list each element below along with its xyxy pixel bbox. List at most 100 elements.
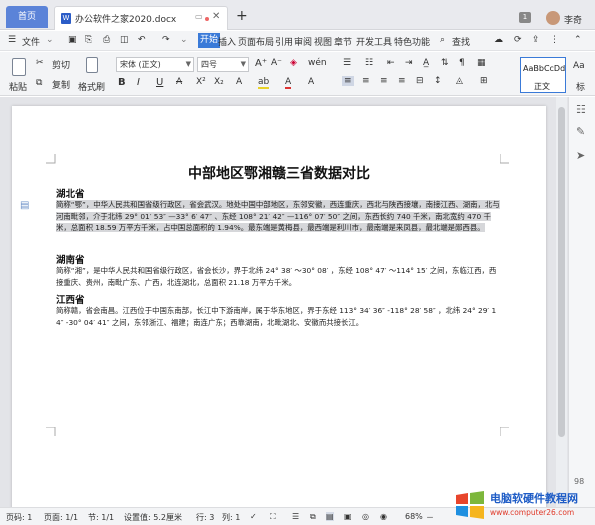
preview-icon[interactable]: ◫ <box>120 35 129 45</box>
zoom-level[interactable]: 68% <box>405 512 423 521</box>
menu-review[interactable]: 审阅 <box>294 35 312 48</box>
align-center-icon[interactable]: ≡ <box>362 76 370 86</box>
superscript-icon[interactable]: X² <box>196 77 206 87</box>
bullets-icon[interactable]: ☰ <box>343 58 351 68</box>
cursor-icon[interactable]: ➤ <box>576 149 585 162</box>
spellcheck-icon[interactable]: ✓ <box>250 512 257 521</box>
cloud-icon[interactable]: ☁ <box>494 35 503 45</box>
document-page[interactable]: 中部地区鄂湘赣三省数据对比 湖北省 ▤ 简称“鄂”，中华人民共和国省级行政区，省… <box>12 106 546 511</box>
status-row[interactable]: 行: 3 <box>196 512 214 523</box>
hamburger-icon[interactable]: ☰ <box>8 35 16 45</box>
highlight-icon[interactable]: ab <box>258 77 270 89</box>
sort-icon[interactable]: ⇅ <box>441 58 449 68</box>
menu-references[interactable]: 引用 <box>275 35 293 48</box>
line-spacing-icon[interactable]: ↕ <box>434 76 442 86</box>
menu-home[interactable]: 开始 <box>198 33 221 48</box>
print-layout-icon[interactable]: ▤ <box>326 512 334 521</box>
zoom-out-icon[interactable]: － <box>426 512 434 523</box>
justify-icon[interactable]: ≡ <box>398 76 406 86</box>
copy-label[interactable]: 复制 <box>52 78 70 91</box>
menu-chapter[interactable]: 章节 <box>334 35 352 48</box>
strikethrough-icon[interactable]: A <box>176 77 182 87</box>
bold-button[interactable]: B <box>118 77 126 88</box>
more-icon[interactable]: ⌄ <box>180 35 188 45</box>
save-icon[interactable]: ▣ <box>68 35 77 45</box>
window-count-badge[interactable]: 1 <box>519 12 531 23</box>
menu-view[interactable]: 视图 <box>314 35 332 48</box>
adjust-icon[interactable]: ☷ <box>576 103 586 116</box>
menu-features[interactable]: 特色功能 <box>394 35 430 48</box>
chinese-layout-icon[interactable]: A̲ <box>423 58 429 68</box>
paragraph-hubei[interactable]: 简称“鄂”，中华人民共和国省级行政区，省会武汉。地处中国中部地区，东邻安徽，西连… <box>56 199 500 234</box>
distributed-icon[interactable]: ⊟ <box>416 76 424 86</box>
grow-font-icon[interactable]: A⁺ <box>255 58 267 69</box>
font-family-select[interactable]: 宋体 (正文) ▼ <box>116 57 194 72</box>
print-icon[interactable]: ⎙ <box>103 35 110 45</box>
shading-icon[interactable]: ◬ <box>456 76 463 86</box>
status-section[interactable]: 节: 1/1 <box>88 512 114 523</box>
shrink-font-icon[interactable]: A⁻ <box>271 58 282 68</box>
export-pdf-icon[interactable]: ⎘ <box>85 35 92 45</box>
show-marks-icon[interactable]: ¶ <box>459 58 465 68</box>
format-painter-label[interactable]: 格式刷 <box>78 80 105 93</box>
menu-developer[interactable]: 开发工具 <box>356 35 392 48</box>
scroll-thumb[interactable] <box>558 107 565 437</box>
heading-hunan[interactable]: 湖南省 <box>56 252 85 266</box>
paste-label[interactable]: 粘贴 <box>9 80 27 93</box>
pen-icon[interactable]: ✎ <box>576 125 585 138</box>
vertical-scrollbar[interactable] <box>556 97 567 507</box>
outline-view-icon[interactable]: ⧉ <box>310 512 316 522</box>
subscript-icon[interactable]: X₂ <box>214 77 224 87</box>
format-painter-icon[interactable] <box>86 57 98 73</box>
paste-icon[interactable] <box>12 58 26 76</box>
document-title[interactable]: 中部地区鄂湘赣三省数据对比 <box>12 163 546 183</box>
borders-icon[interactable]: ⊞ <box>480 76 488 86</box>
char-border-icon[interactable]: A <box>308 77 314 87</box>
numbering-icon[interactable]: ☷ <box>365 58 373 68</box>
pinyin-icon[interactable]: wén <box>308 58 327 68</box>
indent-icon[interactable]: ⇥ <box>405 58 413 68</box>
outdent-icon[interactable]: ⇤ <box>387 58 395 68</box>
font-size-select[interactable]: 四号 ▼ <box>197 57 249 72</box>
menu-insert[interactable]: 插入 <box>218 35 236 48</box>
web-layout-icon[interactable]: ▣ <box>344 512 352 521</box>
focus-mode-icon[interactable]: ⛶ <box>270 512 276 522</box>
paragraph-jiangxi[interactable]: 简称赣，省会南昌。江西位于中国东南部，长江中下游南岸，属于华东地区，界于东经 1… <box>56 305 500 328</box>
tab-document[interactable]: W 办公软件之家2020.docx ▭ ✕ <box>54 6 228 30</box>
align-right-icon[interactable]: ≡ <box>380 76 388 86</box>
sync-icon[interactable]: ⟳ <box>514 35 522 45</box>
paragraph-handle-icon[interactable]: ▤ <box>20 200 29 211</box>
more-options-icon[interactable]: ⋮ <box>550 35 559 45</box>
style-heading-preview[interactable]: Aa <box>573 61 585 71</box>
protect-eye-icon[interactable]: ◉ <box>380 512 387 521</box>
collapse-ribbon-icon[interactable]: ⌃ <box>574 35 582 45</box>
monitor-icon[interactable]: ▭ <box>195 12 203 21</box>
style-normal-label[interactable]: 正文 <box>534 81 550 92</box>
style-heading-label[interactable]: 标 <box>576 80 585 93</box>
cut-icon[interactable]: ✂ <box>36 58 44 68</box>
status-setting[interactable]: 设置值: 5.2厘米 <box>124 512 182 523</box>
close-tab-icon[interactable]: ✕ <box>212 11 220 22</box>
status-page-code[interactable]: 页码: 1 <box>6 512 32 523</box>
avatar[interactable] <box>546 11 560 25</box>
text-effect-icon[interactable]: A <box>236 77 242 87</box>
menu-file[interactable]: 文件 <box>22 35 40 48</box>
chevron-down-icon[interactable]: ⌄ <box>46 35 54 45</box>
username[interactable]: 李奇 <box>564 13 582 26</box>
underline-button[interactable]: U <box>156 77 163 88</box>
italic-button[interactable]: I <box>137 77 140 88</box>
tab-home[interactable]: 首页 <box>6 6 48 28</box>
paragraph-hunan[interactable]: 简称“湘”，是中华人民共和国省级行政区，省会长沙，界于北纬 24° 38′ ～3… <box>56 265 500 288</box>
status-page[interactable]: 页面: 1/1 <box>44 512 78 523</box>
align-left-icon[interactable]: ≡ <box>342 76 354 86</box>
table-icon[interactable]: ▦ <box>477 58 486 68</box>
undo-icon[interactable]: ↶ <box>138 35 146 45</box>
clear-format-icon[interactable]: ◈ <box>290 58 297 68</box>
new-tab-icon[interactable]: + <box>236 8 248 24</box>
page-view-icon[interactable]: ☰ <box>292 512 299 521</box>
redo-icon[interactable]: ↷ <box>162 35 170 45</box>
menu-page-layout[interactable]: 页面布局 <box>238 35 274 48</box>
heading-jiangxi[interactable]: 江西省 <box>56 292 85 306</box>
heading-hubei[interactable]: 湖北省 <box>56 186 85 200</box>
font-color-icon[interactable]: A <box>285 77 292 89</box>
